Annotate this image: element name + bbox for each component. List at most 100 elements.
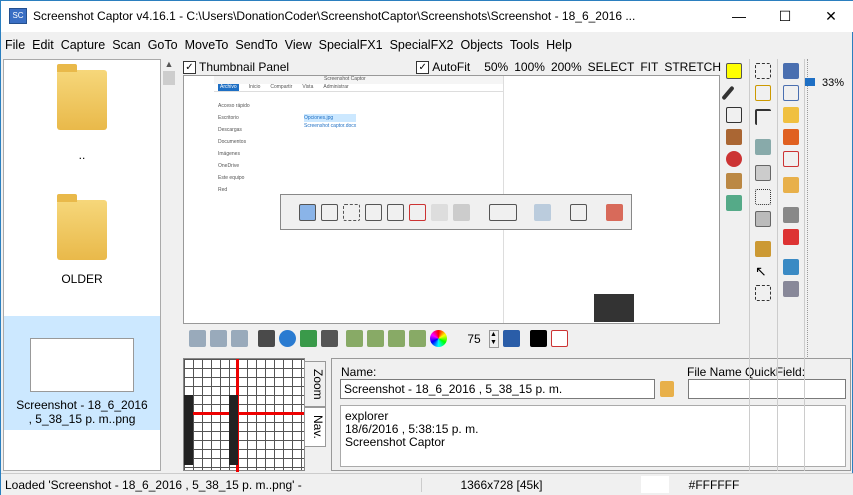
menu-edit[interactable]: Edit — [32, 38, 54, 52]
scroll-up-icon[interactable]: ▲ — [161, 59, 177, 69]
flip-icon[interactable] — [321, 330, 338, 347]
scanner-icon[interactable] — [231, 330, 248, 347]
border-icon[interactable] — [755, 139, 771, 155]
minimize-button[interactable]: — — [716, 1, 762, 32]
preview-tray — [594, 294, 634, 322]
thumbnail-older-folder[interactable]: OLDER — [4, 194, 160, 286]
menu-specialfx1[interactable]: SpecialFX1 — [319, 38, 383, 52]
menu-specialfx2[interactable]: SpecialFX2 — [390, 38, 454, 52]
save-icon[interactable] — [783, 63, 799, 79]
menu-help[interactable]: Help — [546, 38, 572, 52]
zoom-100[interactable]: 100% — [514, 60, 545, 74]
print-icon[interactable] — [783, 207, 799, 223]
menu-capture[interactable]: Capture — [61, 38, 105, 52]
menu-scan[interactable]: Scan — [112, 38, 141, 52]
crop-icon[interactable] — [755, 109, 771, 125]
pointer-icon[interactable]: ↖ — [755, 263, 771, 279]
menu-moveto[interactable]: MoveTo — [185, 38, 229, 52]
shadow-icon[interactable] — [755, 165, 771, 181]
document-icon[interactable] — [300, 330, 317, 347]
text-icon[interactable] — [726, 107, 742, 123]
zoom-select[interactable]: SELECT — [588, 60, 635, 74]
zoom-fit[interactable]: FIT — [640, 60, 658, 74]
name-input[interactable] — [340, 379, 655, 399]
thumbnail-scrollbar[interactable]: ▲ — [161, 59, 177, 471]
folder-icon — [57, 64, 107, 130]
zoom-200[interactable]: 200% — [551, 60, 582, 74]
zoom-spinner[interactable]: ▲ ▼ — [489, 329, 499, 348]
thumbnail-parent-folder[interactable]: .. — [4, 64, 160, 162]
zoom-slider-track[interactable] — [807, 59, 810, 359]
grid-icon[interactable] — [755, 189, 771, 205]
stamp-icon[interactable] — [726, 173, 742, 189]
upload-icon[interactable] — [783, 259, 799, 275]
tab-zoom[interactable]: Zoom — [304, 361, 326, 407]
preview-tab: Compartir — [270, 84, 293, 90]
refresh-icon[interactable] — [279, 330, 296, 347]
color-swatch[interactable] — [726, 63, 742, 79]
status-message: Loaded 'Screenshot - 18_6_2016 , 5_38_15… — [5, 478, 302, 492]
scanner-icon[interactable] — [210, 330, 227, 347]
settings-icon[interactable] — [783, 281, 799, 297]
zoom-magnifier[interactable] — [183, 358, 306, 472]
thumbnail-label: .. — [78, 148, 86, 162]
brush-icon[interactable] — [726, 129, 742, 145]
window-title: Screenshot Captor v4.16.1 - C:\Users\Don… — [33, 9, 636, 23]
status-bar: Loaded 'Screenshot - 18_6_2016 , 5_38_15… — [1, 473, 853, 495]
autofit-checkbox[interactable]: ✓ — [416, 60, 430, 74]
menu-view[interactable]: View — [285, 38, 312, 52]
zoom-stretch[interactable]: STRETCH — [664, 60, 721, 74]
shapes-icon[interactable] — [726, 151, 742, 167]
zoom-pixels — [184, 395, 193, 465]
menu-file[interactable]: File — [5, 38, 25, 52]
cursor-icon[interactable] — [530, 330, 547, 347]
edit-icon[interactable] — [783, 107, 799, 123]
image-canvas[interactable]: Screenshot Captor Archivo Inicio Compart… — [183, 75, 720, 324]
image-icon[interactable] — [726, 195, 742, 211]
maximize-button[interactable]: ☐ — [762, 1, 808, 32]
zoom-slider-thumb[interactable] — [805, 78, 815, 86]
preview-tab: Vista — [302, 84, 314, 90]
rename-icon[interactable] — [783, 129, 799, 145]
select-tools-column: ↖ — [749, 59, 777, 471]
preview-file-list: Opciones.jpg Screenshot captor.docx — [304, 114, 357, 129]
scroll-thumb[interactable] — [163, 71, 175, 85]
zoom-50[interactable]: 50% — [484, 60, 508, 74]
menu-sendto[interactable]: SendTo — [235, 38, 277, 52]
select-object-icon[interactable] — [755, 85, 771, 101]
close-button[interactable]: ✕ — [808, 1, 853, 32]
pixel-color: #FFFFFF — [688, 478, 740, 492]
toolbox-icon[interactable] — [783, 229, 799, 245]
zoom-value[interactable]: 75 — [463, 332, 485, 346]
file-tools-column — [777, 59, 803, 471]
eyedropper-icon[interactable] — [721, 85, 735, 101]
delete-icon[interactable] — [783, 151, 799, 167]
view-options-bar: ✓ Thumbnail Panel ✓ AutoFit 50% 100% 200… — [183, 59, 721, 75]
crosshair-horizontal — [184, 412, 306, 415]
fill-icon[interactable] — [755, 211, 771, 227]
image-toolbar: 75 ▲ ▼ — [183, 326, 721, 351]
select-icon[interactable] — [755, 63, 771, 79]
frame-icon[interactable] — [388, 330, 405, 347]
menu-tools[interactable]: Tools — [510, 38, 539, 52]
color-preview — [641, 476, 669, 493]
menu-goto[interactable]: GoTo — [148, 38, 178, 52]
transform-icon[interactable] — [755, 285, 771, 301]
frame-icon[interactable] — [346, 330, 363, 347]
export-icon[interactable] — [783, 177, 799, 193]
menu-objects[interactable]: Objects — [461, 38, 503, 52]
frame-icon[interactable] — [367, 330, 384, 347]
paste-name-icon[interactable] — [660, 381, 674, 397]
rotate-icon[interactable] — [258, 330, 275, 347]
tab-nav[interactable]: Nav. — [304, 407, 326, 447]
save-as-icon[interactable] — [783, 85, 799, 101]
magic-icon[interactable] — [755, 241, 771, 257]
scanner-icon[interactable] — [189, 330, 206, 347]
color-wheel-icon[interactable] — [430, 330, 447, 347]
app-icon: SC — [9, 8, 27, 24]
window-icon[interactable] — [503, 330, 520, 347]
thumbnail-panel-checkbox[interactable]: ✓ — [183, 60, 196, 74]
thumbnail-screenshot[interactable]: Screenshot - 18_6_2016 , 5_38_15 p. m..p… — [4, 316, 160, 430]
frame-icon[interactable] — [409, 330, 426, 347]
pdf-icon[interactable] — [551, 330, 568, 347]
